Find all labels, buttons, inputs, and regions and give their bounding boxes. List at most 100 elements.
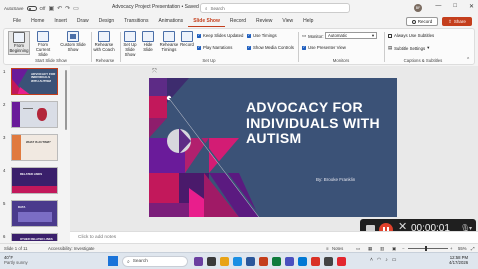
app-icon-copilot[interactable] (194, 256, 203, 266)
search-icon: ⌕ (127, 259, 130, 265)
powerpoint-icon[interactable] (259, 256, 268, 266)
wifi-icon[interactable]: ◠ (377, 257, 381, 263)
designer-icon[interactable]: ⤧ (152, 69, 157, 76)
from-current-button[interactable]: From Current Slide (31, 31, 55, 58)
play-narrations-checkbox[interactable]: ✓ Play Narrations (197, 45, 232, 50)
tab-transitions[interactable]: Transitions (119, 16, 153, 27)
group-setup-label: Set Up (202, 58, 216, 63)
always-subtitles-label: Always Use Subtitles (394, 33, 435, 38)
maximize-icon[interactable]: □ (453, 3, 457, 10)
record-button[interactable]: Record (406, 17, 438, 26)
thumbnail-item[interactable]: 5 DATA (0, 200, 68, 232)
slideshow-view-icon[interactable]: ▣ (392, 246, 396, 252)
tab-slide-show[interactable]: Slide Show (188, 16, 225, 27)
save-icon[interactable]: ▣ (48, 5, 54, 12)
volume-icon[interactable]: ♪ (385, 257, 388, 263)
notes-pane[interactable]: Click to add notes (70, 231, 478, 243)
document-title[interactable]: Advocacy Project Presentation • Saved (112, 4, 199, 10)
tab-help[interactable]: Help (298, 16, 318, 27)
taskbar-search[interactable]: ⌕ Search (122, 256, 188, 267)
avatar[interactable]: BF (414, 4, 422, 12)
fit-slide-icon[interactable]: ⤢ (471, 246, 474, 251)
zoom-in-icon[interactable]: + (450, 246, 453, 251)
minimize-icon[interactable]: — (435, 3, 441, 10)
reading-view-icon[interactable]: ▥ (380, 246, 384, 252)
redo-icon[interactable]: ↷ (65, 5, 70, 12)
slide-thumbnail[interactable]: WHAT IS AUTISM? (11, 134, 58, 161)
excel-icon[interactable] (272, 256, 281, 266)
chevron-down-icon: ▾ (427, 45, 430, 50)
app-icon-task-view[interactable] (207, 256, 216, 266)
set-up-label: Set Up Slide Show (123, 42, 137, 57)
zoom-out-icon[interactable]: − (402, 246, 405, 251)
slide-thumbnail[interactable] (11, 101, 58, 128)
autosave-toggle[interactable] (26, 5, 37, 11)
close-icon[interactable]: ✕ (469, 3, 474, 10)
zoom-level[interactable]: 55% (458, 246, 467, 251)
tab-design[interactable]: Design (94, 16, 120, 27)
tab-file[interactable]: File (8, 16, 26, 27)
set-up-show-button[interactable]: Set Up Slide Show (120, 31, 140, 58)
weather-widget[interactable]: 40°F Partly sunny (4, 255, 28, 265)
tab-animations[interactable]: Animations (153, 16, 188, 27)
outlook-icon[interactable] (298, 256, 307, 266)
thumbnail-item[interactable]: 6 OTHER RELATED LINKS (0, 233, 68, 241)
search-box[interactable]: ⌕ Search (200, 3, 350, 13)
notes-icon[interactable]: ≡ (326, 246, 329, 251)
accessibility-status[interactable]: Accessibility: Investigate (48, 246, 95, 251)
hide-slide-button[interactable]: Hide Slide (140, 31, 156, 53)
battery-icon[interactable]: ▭ (392, 257, 397, 263)
from-beginning-button[interactable]: From Beginning (8, 31, 30, 55)
zoom-slider-thumb[interactable] (425, 246, 427, 251)
undo-icon[interactable]: ↶ (57, 5, 62, 12)
sorter-view-icon[interactable]: ▦ (368, 246, 372, 252)
use-timings-checkbox[interactable]: ✓ Use Timings (247, 33, 277, 38)
rehearse-coach-button[interactable]: Rehearse with Coach (92, 31, 116, 53)
teams-icon[interactable] (285, 256, 294, 266)
chrome-icon[interactable] (311, 256, 320, 266)
show-media-checkbox[interactable]: ✓ Show Media Controls (247, 45, 294, 50)
tab-review[interactable]: Review (251, 16, 277, 27)
clock[interactable]: 12:58 PM 4/17/2026 (449, 255, 468, 266)
thumbnail-item[interactable]: 2 (0, 101, 68, 133)
slide-author[interactable]: By: Brooke Franklin (316, 177, 355, 182)
current-slide[interactable]: ADVOCACY FOR INDIVIDUALS WITH AUTISM By:… (149, 78, 397, 217)
subtitle-settings-button[interactable]: ▤ Subtitle Settings ▾ (388, 45, 429, 51)
edge-icon[interactable] (233, 256, 242, 266)
normal-view-icon[interactable]: ▭ (356, 246, 360, 252)
tab-view[interactable]: View (277, 16, 298, 27)
always-subtitles-checkbox[interactable]: Always Use Subtitles (388, 33, 434, 38)
thumbnail-item[interactable]: 4 RELATED LINKS (0, 167, 68, 199)
ribbon-divider (384, 32, 385, 62)
notes-toggle[interactable]: Notes (332, 246, 343, 251)
slide-thumbnail[interactable]: ADVOCACY FOR INDIVIDUALS WITH AUTISM (11, 68, 58, 95)
slide-thumbnail[interactable]: RELATED LINKS (11, 167, 58, 194)
tab-insert[interactable]: Insert (49, 16, 72, 27)
tab-draw[interactable]: Draw (72, 16, 94, 27)
keep-updated-checkbox[interactable]: ✓ Keep Slides Updated (197, 33, 243, 38)
tab-record[interactable]: Record (225, 16, 251, 27)
custom-show-button[interactable]: Custom Slide Show (59, 31, 87, 53)
slide-thumbnail[interactable]: OTHER RELATED LINKS (11, 233, 58, 241)
word-icon[interactable] (246, 256, 255, 266)
thumbnail-scrollbar[interactable] (65, 70, 67, 130)
presenter-view-checkbox[interactable]: ✓ Use Presenter View (302, 45, 346, 50)
file-explorer-icon[interactable] (220, 256, 229, 266)
chevron-up-icon[interactable]: ˄ (370, 257, 373, 263)
collapse-ribbon-icon[interactable]: ⌃ (466, 57, 470, 63)
share-button[interactable]: ⇪ Share (442, 17, 472, 26)
app-icon-recorder[interactable] (337, 256, 346, 266)
windows-start-icon[interactable] (108, 256, 118, 266)
tab-home[interactable]: Home (26, 16, 49, 27)
thumbnail-item[interactable]: 3 WHAT IS AUTISM? (0, 134, 68, 166)
thumbnail-item[interactable]: 1 ADVOCACY FOR INDIVIDUALS WITH AUTISM (0, 68, 68, 100)
rehearse-timings-button[interactable]: Rehearse Timings (159, 31, 179, 53)
zoom-slider[interactable] (408, 248, 448, 249)
slide-title[interactable]: ADVOCACY FOR INDIVIDUALS WITH AUTISM (246, 99, 391, 147)
present-icon[interactable]: ▭ (73, 5, 79, 12)
record-slide-button[interactable]: Record (180, 31, 194, 48)
app-icon-terminal[interactable] (324, 256, 333, 266)
group-rehearse-label: Rehearse (95, 58, 115, 63)
slide-thumbnail[interactable]: DATA (11, 200, 58, 227)
monitor-select[interactable]: Automatic ▾ (325, 32, 377, 39)
